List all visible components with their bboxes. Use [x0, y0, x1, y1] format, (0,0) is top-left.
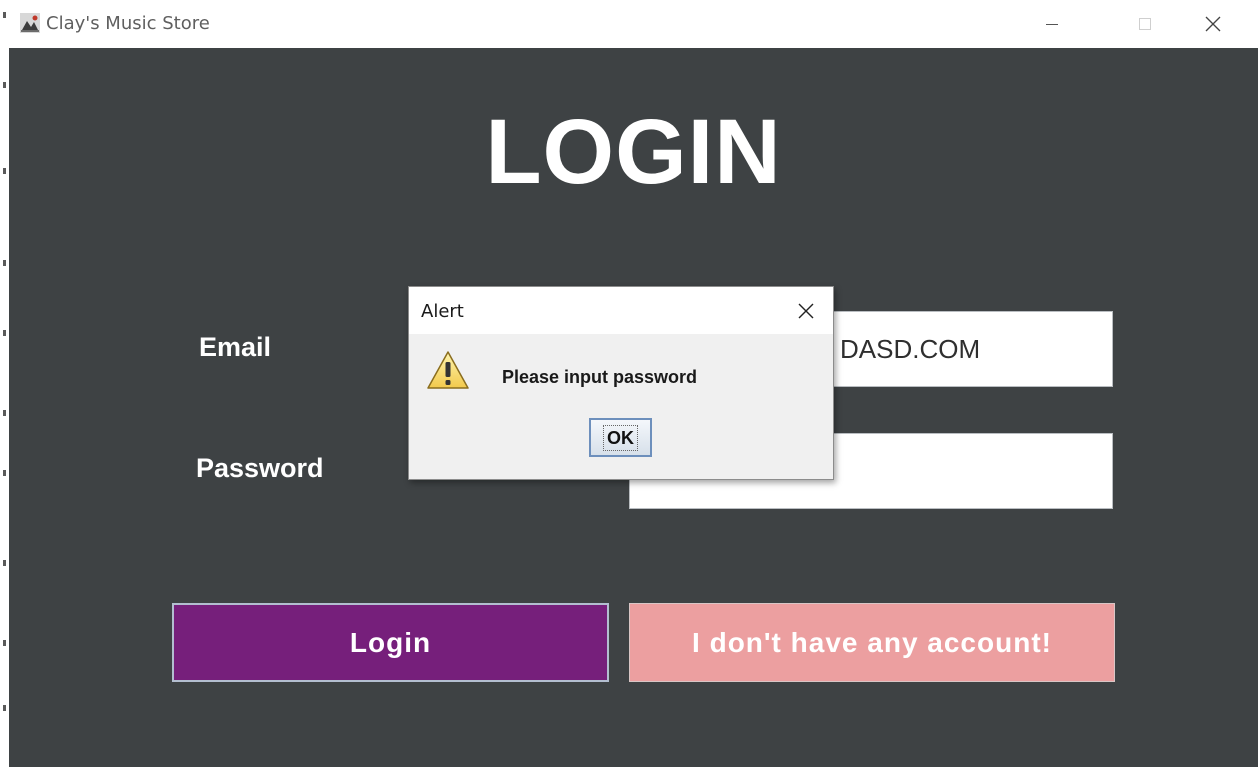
maximize-icon [1139, 18, 1151, 30]
password-label: Password [196, 453, 324, 483]
email-label: Email [199, 332, 272, 362]
no-account-button-label: I don't have any account! [692, 626, 1052, 658]
desktop-edge [0, 0, 9, 767]
minimize-icon [1046, 24, 1058, 25]
desktop-mark [3, 560, 6, 566]
app-icon [20, 13, 40, 33]
dialog-close-button[interactable] [791, 297, 821, 325]
dialog-title: Alert [421, 301, 464, 322]
desktop-mark [3, 470, 6, 476]
close-button[interactable] [1190, 8, 1236, 40]
email-field-value: DASD.COM [840, 333, 981, 364]
dialog-title-bar[interactable]: Alert [409, 287, 833, 334]
desktop-mark [3, 12, 6, 18]
warning-icon [427, 351, 469, 389]
desktop-mark [3, 410, 6, 416]
title-bar[interactable]: Clay's Music Store [9, 0, 1258, 48]
desktop-mark [3, 168, 6, 174]
close-icon [798, 303, 814, 319]
login-button-label: Login [349, 626, 432, 658]
login-button[interactable]: Login [172, 603, 609, 682]
ok-button[interactable]: OK [589, 418, 652, 457]
close-icon [1205, 16, 1221, 32]
desktop-mark [3, 260, 6, 266]
dialog-message: Please input password [502, 367, 698, 387]
ok-button-label: OK [603, 424, 638, 451]
desktop-mark [3, 640, 6, 646]
no-account-button[interactable]: I don't have any account! [629, 603, 1115, 682]
window-title: Clay's Music Store [46, 13, 210, 34]
page-title: LOGIN [485, 101, 782, 203]
alert-dialog: Alert Please input password OK [408, 286, 834, 480]
desktop-mark [3, 82, 6, 88]
desktop-mark [3, 330, 6, 336]
minimize-button[interactable] [1029, 8, 1075, 40]
desktop-mark [3, 705, 6, 711]
maximize-button[interactable] [1122, 8, 1168, 40]
